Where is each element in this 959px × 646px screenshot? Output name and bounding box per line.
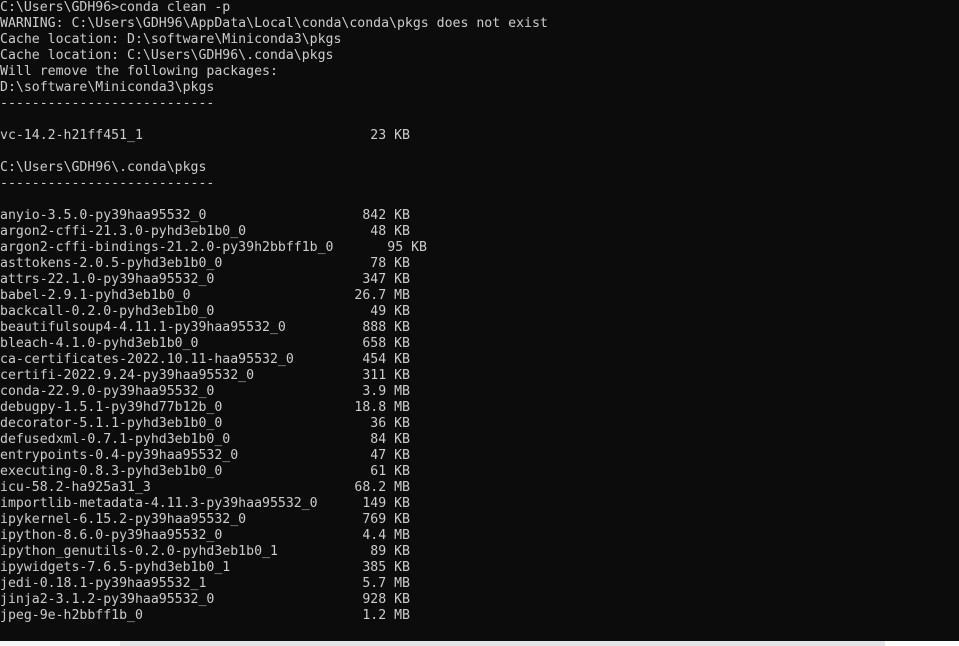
- package-size: 385 KB: [362, 560, 410, 575]
- package-row: ipykernel-6.15.2-py39haa95532_0 769 KB: [0, 512, 959, 528]
- package-size: 84 KB: [370, 432, 410, 447]
- package-row: executing-0.8.3-pyhd3eb1b0_0 61 KB: [0, 464, 959, 480]
- package-size: 888 KB: [362, 320, 410, 335]
- package-size: 23 KB: [370, 128, 410, 143]
- package-row: vc-14.2-h21ff451_1 23 KB: [0, 128, 959, 144]
- package-row: ca-certificates-2022.10.11-haa95532_0 454…: [0, 352, 959, 368]
- desktop-strip-left: [0, 641, 120, 646]
- package-size: 95 KB: [387, 240, 427, 255]
- package-row: debugpy-1.5.1-py39hd77b12b_0 18.8 MB: [0, 400, 959, 416]
- package-size: 928 KB: [362, 592, 410, 607]
- package-row: attrs-22.1.0-py39haa95532_0 347 KB: [0, 272, 959, 288]
- console-output-buffer: C:\Users\GDH96>conda clean -p WARNING: C…: [0, 0, 959, 624]
- section-1-package-list: vc-14.2-h21ff451_1 23 KB: [0, 128, 959, 144]
- package-size: 1.2 MB: [362, 608, 410, 623]
- package-size: 347 KB: [362, 272, 410, 287]
- cache-location-line-2: Cache location: C:\Users\GDH96\.conda\pk…: [0, 48, 334, 63]
- package-size: 36 KB: [370, 416, 410, 431]
- package-row: jinja2-3.1.2-py39haa95532_0 928 KB: [0, 592, 959, 608]
- package-size: 78 KB: [370, 256, 410, 271]
- package-row: anyio-3.5.0-py39haa95532_0 842 KB: [0, 208, 959, 224]
- package-row: babel-2.9.1-pyhd3eb1b0_0 26.7 MB: [0, 288, 959, 304]
- package-row: ipython-8.6.0-py39haa95532_0 4.4 MB: [0, 528, 959, 544]
- command-prompt-line: C:\Users\GDH96>conda clean -p: [0, 0, 231, 15]
- desktop-strip-middle: [120, 641, 885, 646]
- package-size: 454 KB: [362, 352, 410, 367]
- package-row: entrypoints-0.4-py39haa95532_0 47 KB: [0, 448, 959, 464]
- section-2-separator: ---------------------------: [0, 176, 215, 191]
- package-size: 3.9 MB: [362, 384, 410, 399]
- package-size: 149 KB: [362, 496, 410, 511]
- package-row: bleach-4.1.0-pyhd3eb1b0_0 658 KB: [0, 336, 959, 352]
- package-size: 48 KB: [370, 224, 410, 239]
- warning-line: WARNING: C:\Users\GDH96\AppData\Local\co…: [0, 16, 548, 31]
- section-2-path: C:\Users\GDH96\.conda\pkgs: [0, 160, 207, 175]
- package-row: ipywidgets-7.6.5-pyhd3eb1b0_1 385 KB: [0, 560, 959, 576]
- console-window[interactable]: C:\Users\GDH96>conda clean -p WARNING: C…: [0, 0, 959, 641]
- package-size: 769 KB: [362, 512, 410, 527]
- package-row: defusedxml-0.7.1-pyhd3eb1b0_0 84 KB: [0, 432, 959, 448]
- cache-location-line-1: Cache location: D:\software\Miniconda3\p…: [0, 32, 342, 47]
- package-size: 311 KB: [362, 368, 410, 383]
- package-size: 18.8 MB: [354, 400, 410, 415]
- package-size: 61 KB: [370, 464, 410, 479]
- package-row: icu-58.2-ha925a31_3 68.2 MB: [0, 480, 959, 496]
- package-size: 49 KB: [370, 304, 410, 319]
- desktop-strip-right: [885, 641, 959, 646]
- package-row: decorator-5.1.1-pyhd3eb1b0_0 36 KB: [0, 416, 959, 432]
- section-1-separator: ---------------------------: [0, 96, 215, 111]
- package-size: 47 KB: [370, 448, 410, 463]
- package-size: 89 KB: [370, 544, 410, 559]
- package-row: ipython_genutils-0.2.0-pyhd3eb1b0_1 89 KB: [0, 544, 959, 560]
- package-row: conda-22.9.0-py39haa95532_0 3.9 MB: [0, 384, 959, 400]
- will-remove-line: Will remove the following packages:: [0, 64, 278, 79]
- section-1-path: D:\software\Miniconda3\pkgs: [0, 80, 215, 95]
- package-size: 5.7 MB: [362, 576, 410, 591]
- package-size: 658 KB: [362, 336, 410, 351]
- package-row: argon2-cffi-bindings-21.2.0-py39h2bbff1b…: [0, 240, 959, 256]
- section-2-package-list: anyio-3.5.0-py39haa95532_0 842 KB argon2-c…: [0, 208, 959, 624]
- package-size: 26.7 MB: [354, 288, 410, 303]
- package-row: jedi-0.18.1-py39haa95532_1 5.7 MB: [0, 576, 959, 592]
- package-size: 842 KB: [362, 208, 410, 223]
- package-row: argon2-cffi-21.3.0-pyhd3eb1b0_0 48 KB: [0, 224, 959, 240]
- package-row: asttokens-2.0.5-pyhd3eb1b0_0 78 KB: [0, 256, 959, 272]
- package-row: beautifulsoup4-4.11.1-py39haa95532_0 888 …: [0, 320, 959, 336]
- package-size: 68.2 MB: [354, 480, 410, 495]
- package-row: backcall-0.2.0-pyhd3eb1b0_0 49 KB: [0, 304, 959, 320]
- desktop-background-strip: [0, 641, 959, 646]
- package-size: 4.4 MB: [362, 528, 410, 543]
- package-row: importlib-metadata-4.11.3-py39haa95532_0…: [0, 496, 959, 512]
- package-row: jpeg-9e-h2bbff1b_0 1.2 MB: [0, 608, 959, 624]
- package-row: certifi-2022.9.24-py39haa95532_0 311 KB: [0, 368, 959, 384]
